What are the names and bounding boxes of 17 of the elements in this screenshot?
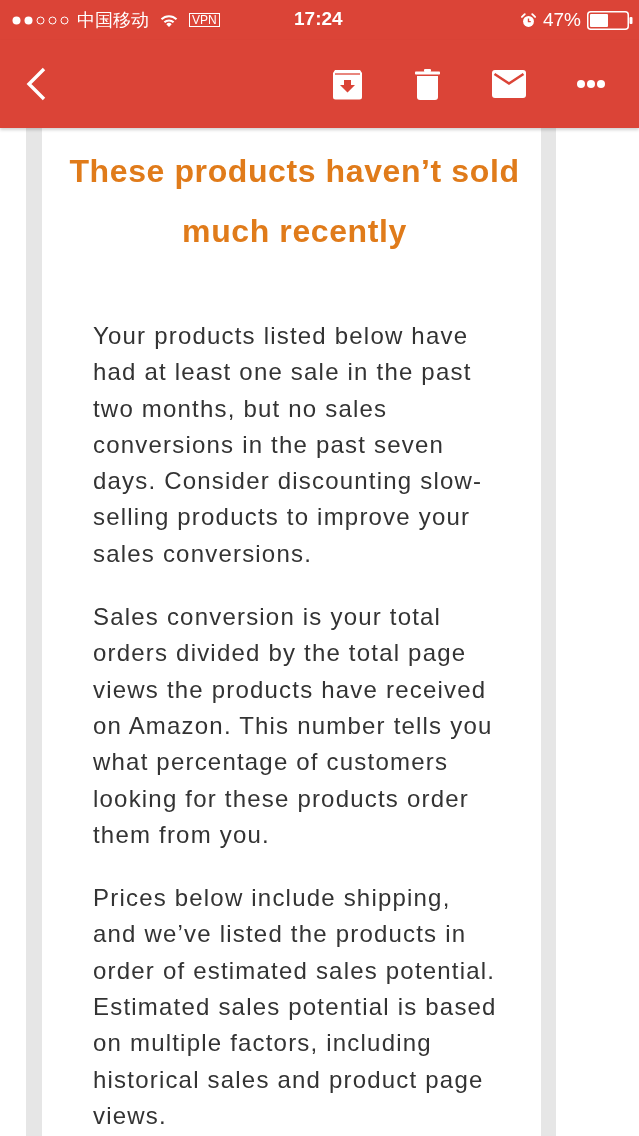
email-paragraph: Prices below include shipping, and we’ve listed the products in order of estimated sales potential. Estimated sales potential is based on multiple factors, including historical sales and product page views. <box>93 883 498 1131</box>
more-icon <box>577 80 605 88</box>
signal-icon <box>12 15 69 25</box>
wifi-icon <box>160 13 178 27</box>
trash-icon <box>415 68 440 100</box>
envelope-icon <box>492 70 526 98</box>
status-time: 17:24 <box>294 8 343 30</box>
alarm-clock-icon <box>520 12 536 28</box>
email-paragraph: Your products listed below have had at least one sale in the past two months, but no sales conversions in the past seven days. Consider discounting slow-selling products to improve your sales conversions. <box>93 321 484 569</box>
email-paragraph: Sales conversion is your total orders divided by the total page views the products have received on Amazon. This number tells you what percentage of customers looking for these products order them from you. <box>93 602 494 850</box>
battery-icon <box>587 10 633 30</box>
back-icon <box>26 67 46 101</box>
email-heading: These products haven’t sold much recently <box>68 152 521 251</box>
battery-percent: 47% <box>542 9 581 31</box>
carrier-name: 中国移动 <box>77 9 149 31</box>
archive-icon <box>332 68 363 100</box>
vpn-indicator: VPN <box>189 13 220 27</box>
